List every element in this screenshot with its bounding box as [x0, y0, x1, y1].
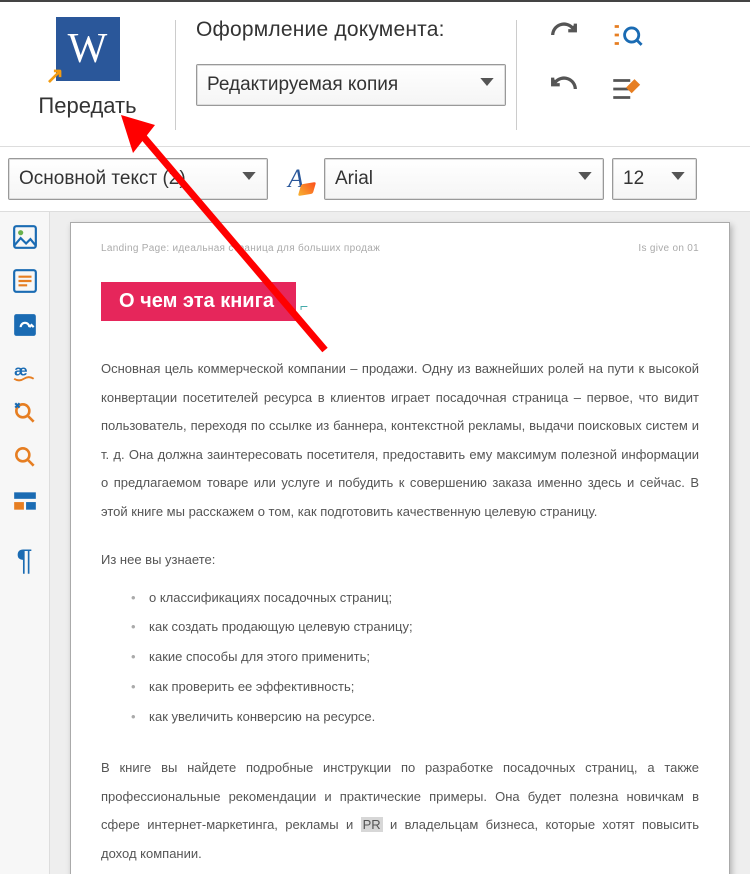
chevron-down-icon [565, 168, 593, 190]
design-value: Редактируемая копия [207, 74, 398, 96]
list-item[interactable]: о классификациях посадочных страниц; [131, 583, 699, 613]
send-label: Передать [38, 93, 136, 119]
intro-line[interactable]: Из нее вы узнаете: [101, 547, 699, 573]
list-item[interactable]: как создать продающую целевую страницу; [131, 612, 699, 642]
share-arrow-icon: ↗ [46, 63, 64, 89]
paragraph-style-value: Основной текст (2) [19, 168, 186, 190]
font-size-dropdown[interactable]: 12 [612, 158, 697, 200]
highlight: PR [361, 817, 383, 832]
paragraph-style-dropdown[interactable]: Основной текст (2) [8, 158, 268, 200]
design-dropdown[interactable]: Редактируемая копия [196, 64, 506, 106]
word-icon: W [56, 17, 120, 81]
redo-icon[interactable] [547, 18, 581, 52]
undo-icon[interactable] [547, 72, 581, 106]
chevron-down-icon [467, 74, 495, 96]
picture-area-icon[interactable] [6, 218, 44, 256]
rotate-area-icon[interactable] [6, 306, 44, 344]
page-header-left: Landing Page: идеальная страница для бол… [101, 243, 380, 254]
separator [175, 20, 176, 130]
design-label: Оформление документа: [196, 18, 506, 42]
document-page: Landing Page: идеальная страница для бол… [70, 222, 730, 874]
font-size-value: 12 [623, 168, 644, 190]
find-replace-icon[interactable] [6, 394, 44, 432]
sidebar: æ ¶ [0, 212, 50, 874]
clear-formatting-icon[interactable]: A [276, 159, 316, 199]
sparkle-icon[interactable] [609, 18, 643, 52]
separator [516, 20, 517, 130]
list-item[interactable]: как проверить ее эффективность; [131, 672, 699, 702]
send-button[interactable]: W ↗ Передать [10, 12, 165, 119]
body-paragraph-2[interactable]: В книге вы найдете подробные инструкции … [101, 754, 699, 868]
font-value: Arial [335, 168, 373, 190]
chevron-down-icon [229, 168, 257, 190]
font-dropdown[interactable]: Arial [324, 158, 604, 200]
text-area-icon[interactable] [6, 262, 44, 300]
pilcrow-icon[interactable]: ¶ [6, 542, 44, 580]
edit-line-icon[interactable] [609, 72, 643, 106]
list-item[interactable]: какие способы для этого применить; [131, 642, 699, 672]
cursor-icon: ⌐ [300, 298, 308, 314]
page-heading[interactable]: О чем эта книга [101, 282, 296, 321]
bullet-list[interactable]: о классификациях посадочных страниц; как… [101, 583, 699, 732]
body-paragraph[interactable]: Основная цель коммерческой компании – пр… [101, 355, 699, 527]
page-header-right: Is give on 01 [638, 243, 699, 254]
zoom-icon[interactable] [6, 438, 44, 476]
chevron-down-icon [658, 168, 686, 190]
special-chars-icon[interactable]: æ [6, 350, 44, 388]
layout-icon[interactable] [6, 482, 44, 520]
list-item[interactable]: как увеличить конверсию на ресурсе. [131, 702, 699, 732]
